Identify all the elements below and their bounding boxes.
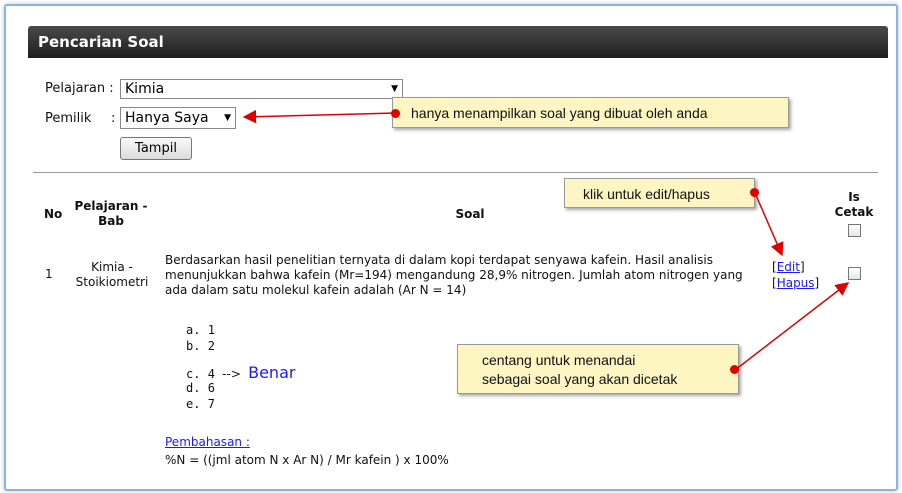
arrow-origin-dot (391, 109, 400, 118)
arrow-to-edit-link (754, 192, 784, 257)
arrow-origin-dot (730, 365, 739, 374)
annotation-arrows (242, 109, 850, 371)
arrow-origin-dot (750, 188, 759, 197)
arrow-to-owner-select (242, 109, 397, 124)
arrow-to-print-checkbox (734, 282, 850, 371)
